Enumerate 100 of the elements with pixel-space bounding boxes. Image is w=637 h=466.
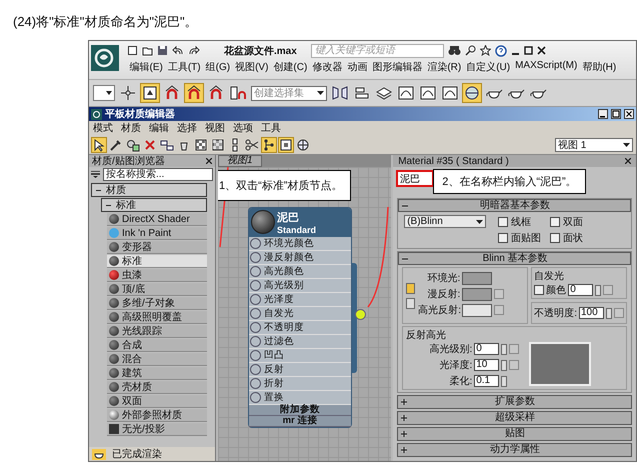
material-list-item[interactable]: 合成 xyxy=(107,339,207,352)
node-rollout[interactable]: 附加参数 xyxy=(248,405,351,416)
undo-icon[interactable] xyxy=(172,45,184,56)
close-icon[interactable] xyxy=(536,46,546,55)
spinner-icon[interactable] xyxy=(501,360,508,370)
maximize-icon[interactable] xyxy=(611,109,621,119)
color-swatch[interactable] xyxy=(462,304,492,316)
dropdown[interactable] xyxy=(93,85,115,101)
close-icon[interactable] xyxy=(624,109,634,119)
menu-item[interactable]: 帮助(H) xyxy=(580,60,619,74)
selection-set-dropdown[interactable]: 创建选择集 xyxy=(251,86,327,100)
checkbox[interactable] xyxy=(498,217,508,227)
pointer-icon[interactable] xyxy=(92,138,106,152)
globe-icon[interactable] xyxy=(296,138,310,152)
shader-dropdown[interactable]: (B)Blinn xyxy=(404,215,486,228)
menu-item[interactable]: 编辑(E) xyxy=(127,60,166,74)
rollout-header[interactable]: 贴图 xyxy=(397,427,632,441)
input-socket[interactable] xyxy=(250,322,261,333)
open-folder-icon[interactable] xyxy=(142,45,153,56)
menu-item[interactable]: 材质 xyxy=(117,121,145,135)
view-tab[interactable]: 视图1 xyxy=(218,155,262,167)
rollout-header[interactable]: 明暗器基本参数 xyxy=(398,199,631,212)
menu-item[interactable]: 视图 xyxy=(201,121,229,135)
input-socket[interactable] xyxy=(250,364,261,375)
menu-item[interactable]: 图形编辑器 xyxy=(370,60,425,74)
menu-item[interactable]: 创建(C) xyxy=(270,60,310,74)
material-node[interactable]: 泥巴 Standard 环境光颜色 漫反射颜色 高光颜色 高光级别 光泽度 自发光 不透明度 过滤色 凹凸 反射 折射 置换 附加参数 mr 连接 xyxy=(248,207,352,428)
rollout-header[interactable]: Blinn 基本参数 xyxy=(398,252,631,265)
star-icon[interactable] xyxy=(480,45,491,56)
delete-icon[interactable] xyxy=(143,138,157,152)
category-header[interactable]: 标准 xyxy=(101,198,207,212)
rollout-header[interactable]: 扩展参数 xyxy=(397,395,632,409)
number-field[interactable]: 10 xyxy=(474,359,500,371)
node-rollout[interactable]: mr 连接 xyxy=(248,416,351,427)
rollout-header[interactable]: 超级采样 xyxy=(397,411,632,425)
checker-icon[interactable] xyxy=(211,138,225,152)
material-list-item[interactable]: 标准 xyxy=(107,255,207,268)
input-socket[interactable] xyxy=(250,350,261,361)
menu-item[interactable]: 模式 xyxy=(89,121,117,135)
maximize-icon[interactable] xyxy=(524,46,533,55)
menu-item[interactable]: 渲染(R) xyxy=(424,60,464,74)
magnet-icon[interactable] xyxy=(163,84,181,102)
spinner-icon[interactable] xyxy=(606,308,612,318)
search-field[interactable]: 按名称搜索... xyxy=(103,168,213,181)
input-socket[interactable] xyxy=(250,252,261,263)
lock-icon[interactable] xyxy=(406,282,416,294)
scissors-icon[interactable] xyxy=(245,138,259,152)
map-icon[interactable] xyxy=(279,138,293,152)
material-list-item[interactable]: 光线跟踪 xyxy=(107,325,207,338)
material-list-item[interactable]: 高级照明覆盖 xyxy=(107,311,207,324)
number-field[interactable]: 0.1 xyxy=(474,375,500,387)
material-list-item[interactable]: 建筑 xyxy=(107,367,207,380)
material-list-item[interactable]: DirectX Shader xyxy=(107,213,207,226)
category-header[interactable]: 材质 xyxy=(91,183,207,197)
spinner-icon[interactable] xyxy=(595,284,602,296)
number-field[interactable]: 0 xyxy=(474,343,500,355)
spinner-icon[interactable] xyxy=(501,376,508,386)
menu-item[interactable]: 选择 xyxy=(173,121,201,135)
window-icon[interactable] xyxy=(441,84,459,102)
material-list-item[interactable]: 外部参照材质 xyxy=(107,409,207,422)
number-field[interactable]: 100 xyxy=(579,307,604,319)
mirror-icon[interactable] xyxy=(331,84,349,102)
material-list-item[interactable]: 顶/底 xyxy=(107,283,207,296)
save-icon[interactable] xyxy=(157,45,168,56)
help-icon[interactable] xyxy=(494,44,507,56)
material-list-item[interactable]: Ink 'n Paint xyxy=(107,227,207,240)
minimize-icon[interactable] xyxy=(598,109,608,119)
search-field[interactable]: 键入关键字或短语 xyxy=(310,44,444,58)
checkbox[interactable] xyxy=(550,217,560,227)
menu-item[interactable]: MAXScript(M) xyxy=(512,60,580,74)
menu-item[interactable]: 工具(T) xyxy=(165,60,204,74)
menu-item[interactable]: 自定义(U) xyxy=(464,60,513,74)
rollout-header[interactable]: 动力学属性 xyxy=(397,443,632,457)
material-list-item[interactable]: 混合 xyxy=(107,353,207,366)
menu-item[interactable]: 修改器 xyxy=(310,60,345,74)
spinner-magnet-icon[interactable] xyxy=(229,84,247,102)
percent-magnet-icon[interactable] xyxy=(207,84,225,102)
material-name-field[interactable]: 泥巴 xyxy=(396,170,434,187)
view-dropdown[interactable]: 视图 1 xyxy=(555,138,633,152)
input-socket[interactable] xyxy=(250,294,261,305)
checkbox[interactable] xyxy=(550,233,560,243)
menu-item[interactable]: 工具 xyxy=(257,121,285,135)
node-layout-icon[interactable] xyxy=(160,138,174,152)
input-socket[interactable] xyxy=(250,378,261,389)
curve-icon[interactable] xyxy=(419,84,437,102)
material-list-item[interactable]: 无光/投影 xyxy=(107,423,207,436)
checkbox[interactable] xyxy=(498,233,508,243)
color-swatch[interactable] xyxy=(462,288,492,300)
sphere-render-icon[interactable] xyxy=(463,84,481,102)
input-socket[interactable] xyxy=(250,392,261,403)
checker-icon[interactable] xyxy=(194,138,208,152)
input-socket[interactable] xyxy=(250,280,261,291)
menu-item[interactable]: 视图(V) xyxy=(232,60,271,74)
menu-item[interactable]: 动画 xyxy=(344,60,370,74)
redo-icon[interactable] xyxy=(188,45,200,56)
angle-magnet-icon[interactable] xyxy=(185,84,203,102)
input-socket[interactable] xyxy=(250,308,261,319)
material-list-item[interactable]: 变形器 xyxy=(107,241,207,254)
checkbox[interactable] xyxy=(534,285,544,295)
material-list-item[interactable]: 虫漆 xyxy=(107,269,207,282)
